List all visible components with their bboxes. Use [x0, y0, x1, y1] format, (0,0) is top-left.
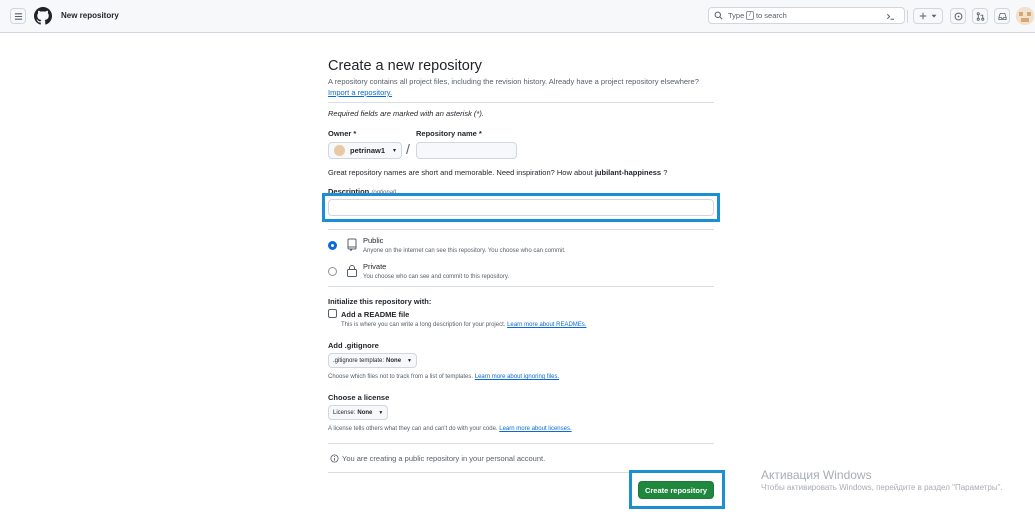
gitignore-learn-more-link[interactable]: Learn more about ignoring files. [475, 374, 559, 380]
readme-learn-more-link[interactable]: Learn more about READMEs. [507, 322, 586, 328]
suggested-name[interactable]: jubilant-happiness [595, 168, 661, 177]
import-repository-link[interactable]: Import a repository. [328, 88, 392, 97]
gitignore-description: Choose which files not to track from a l… [328, 374, 559, 380]
repository-name-label: Repository name * [416, 129, 482, 138]
gitignore-title: Add .gitignore [328, 341, 379, 350]
avatar-identicon-icon [1016, 7, 1034, 25]
search-placeholder-prefix: Type [728, 11, 745, 20]
menu-button[interactable] [10, 8, 26, 24]
terminal-icon [886, 13, 894, 20]
issue-opened-icon [954, 12, 962, 20]
header-divider [907, 10, 908, 23]
license-description-text: A license tells others what they can and… [328, 426, 498, 432]
git-pull-request-icon [976, 11, 984, 21]
pull-requests-button[interactable] [972, 8, 988, 24]
creation-info: You are creating a public repository in … [330, 454, 545, 463]
triangle-down-icon [931, 14, 936, 18]
inbox-icon [997, 12, 1007, 20]
create-new-menu-button[interactable] [913, 8, 943, 24]
repo-icon [347, 238, 357, 251]
repository-name-hint: Great repository names are short and mem… [328, 168, 667, 177]
hint-text: Great repository names are short and mem… [328, 168, 593, 177]
user-avatar[interactable] [1016, 7, 1034, 25]
search-shortcut-key: / [746, 11, 754, 20]
initialize-section-title: Initialize this repository with: [328, 297, 432, 306]
divider [328, 286, 714, 287]
creation-info-text: You are creating a public repository in … [342, 454, 546, 463]
windows-activation-title: Активация Windows [761, 468, 872, 482]
public-radio[interactable] [328, 241, 337, 250]
owner-select-value: petrinaw1 [350, 146, 386, 155]
owner-label: Owner * [328, 129, 357, 138]
required-fields-note: Required fields are marked with an aster… [328, 109, 484, 118]
triangle-down-icon: ▼ [407, 357, 412, 364]
gitignore-select-value: None [386, 357, 402, 364]
triangle-down-icon: ▼ [378, 409, 384, 416]
create-repository-button[interactable]: Create repository [638, 481, 714, 499]
gitignore-select-prefix: .gitignore template: [333, 357, 385, 364]
license-select-value: None [357, 409, 373, 416]
readme-checkbox[interactable] [328, 309, 337, 318]
public-description: Anyone on the internet can see this repo… [363, 248, 566, 254]
search-input[interactable]: Type / to search [708, 7, 905, 24]
plus-icon [919, 12, 926, 20]
windows-activation-subtitle: Чтобы активировать Windows, перейдите в … [761, 483, 1003, 492]
lock-icon [347, 265, 357, 277]
repository-name-input[interactable] [416, 142, 517, 159]
readme-description: This is where you can write a long descr… [341, 322, 586, 328]
divider [328, 229, 714, 230]
info-icon [330, 454, 339, 463]
private-description: You choose who can see and commit to thi… [363, 274, 510, 280]
owner-repo-separator: / [406, 141, 410, 157]
page-subtitle: A repository contains all project files,… [328, 77, 699, 86]
owner-select[interactable]: petrinaw1 ▾ [328, 142, 402, 159]
description-input[interactable] [328, 199, 714, 216]
search-placeholder-suffix: to search [755, 11, 787, 20]
private-title: Private [363, 262, 387, 271]
inbox-button[interactable] [994, 8, 1010, 24]
search-icon [714, 11, 723, 20]
top-header: New repository Type / to search [0, 0, 1035, 33]
license-title: Choose a license [328, 393, 390, 402]
hamburger-icon [14, 12, 22, 20]
chevron-down-icon: ▾ [392, 148, 396, 154]
page-title: Create a new repository [328, 58, 482, 74]
hint-suffix: ? [663, 168, 668, 177]
gitignore-template-select[interactable]: .gitignore template: None ▼ [328, 353, 417, 368]
private-radio[interactable] [328, 267, 337, 276]
github-logo-icon[interactable] [34, 7, 52, 25]
divider [328, 443, 714, 444]
readme-description-text: This is where you can write a long descr… [341, 322, 506, 328]
issues-button[interactable] [950, 8, 966, 24]
license-select-prefix: License: [333, 409, 356, 416]
gitignore-description-text: Choose which files not to track from a l… [328, 374, 474, 380]
owner-avatar [334, 145, 345, 156]
readme-label[interactable]: Add a README file [341, 310, 409, 319]
public-title: Public [363, 236, 384, 245]
divider [328, 102, 714, 103]
license-select[interactable]: License: None ▼ [328, 405, 389, 420]
command-palette-button[interactable] [882, 8, 898, 24]
license-description: A license tells others what they can and… [328, 426, 572, 432]
page-context-title: New repository [61, 11, 119, 20]
license-learn-more-link[interactable]: Learn more about licenses. [499, 426, 571, 432]
